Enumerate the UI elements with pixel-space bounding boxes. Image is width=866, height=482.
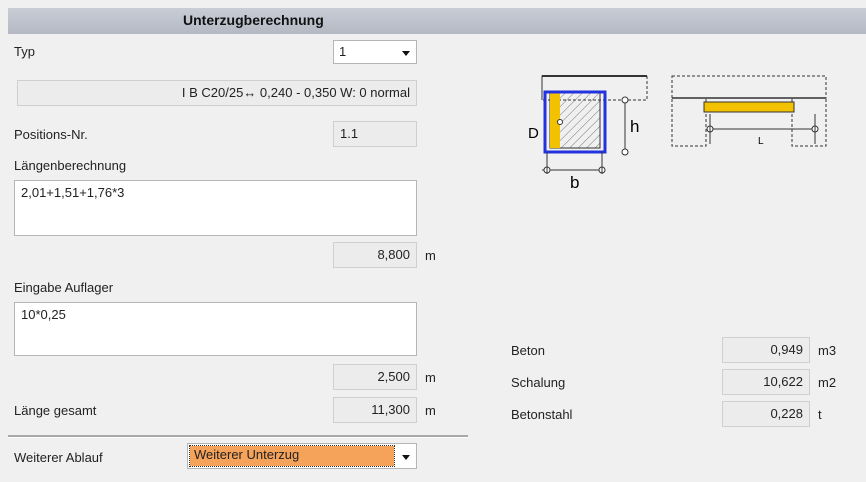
- schalung-label: Schalung: [511, 375, 566, 390]
- laengen-input[interactable]: 2,01+1,51+1,76*3: [14, 180, 417, 236]
- cross-section-diagram: D h b: [528, 75, 648, 192]
- divider: [8, 435, 468, 438]
- auflager-label: Eingabe Auflager: [14, 280, 114, 295]
- typ-select-value: 1: [339, 44, 347, 59]
- longitudinal-diagram: L: [671, 75, 827, 147]
- window-title: Unterzugberechnung: [183, 12, 324, 28]
- chevron-down-icon[interactable]: [402, 51, 410, 56]
- beam-elevation: [703, 101, 795, 113]
- label-l: L: [758, 136, 764, 147]
- position-value: 1.1: [333, 121, 417, 147]
- auflager-result: 2,500: [333, 364, 417, 390]
- betonstahl-value: 0,228: [722, 401, 810, 427]
- schalung-unit: m2: [818, 375, 837, 390]
- ablauf-label: Weiterer Ablauf: [14, 450, 103, 465]
- label-d: D: [528, 125, 539, 142]
- ablauf-select-highlight: Weiterer Unterzug: [189, 445, 395, 467]
- laengen-result: 8,800: [333, 242, 417, 268]
- gesamt-unit: m: [425, 403, 436, 418]
- laengen-unit: m: [425, 248, 436, 263]
- ablauf-select[interactable]: Weiterer Unterzug: [187, 443, 417, 469]
- typ-description: I B C20/25↔ 0,240 - 0,350 W: 0 normal: [17, 80, 417, 106]
- betonstahl-unit: t: [818, 407, 822, 422]
- betonstahl-label: Betonstahl: [511, 407, 573, 422]
- label-h: h: [630, 117, 639, 136]
- auflager-unit: m: [425, 370, 436, 385]
- beton-unit: m3: [818, 343, 837, 358]
- laengen-label: Längenberechnung: [14, 158, 127, 173]
- ablauf-select-value: Weiterer Unterzug: [194, 447, 300, 462]
- gesamt-value: 11,300: [333, 397, 417, 423]
- schalung-value: 10,622: [722, 369, 810, 395]
- typ-select[interactable]: 1: [333, 40, 417, 64]
- gesamt-label: Länge gesamt: [14, 403, 97, 418]
- chevron-down-icon[interactable]: [402, 455, 410, 460]
- auflager-input[interactable]: 10*0,25: [14, 302, 417, 356]
- beton-value: 0,949: [722, 337, 810, 363]
- label-b: b: [570, 173, 579, 192]
- position-label: Positions-Nr.: [14, 127, 88, 142]
- beton-label: Beton: [511, 343, 545, 358]
- title-bar: Unterzugberechnung: [8, 8, 866, 34]
- typ-label: Typ: [14, 44, 35, 59]
